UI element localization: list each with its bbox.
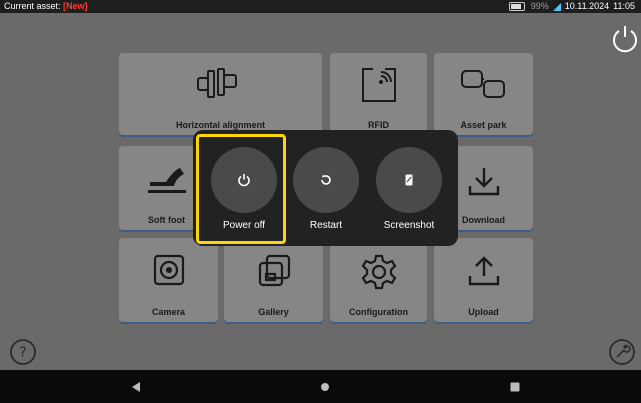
back-icon[interactable]	[128, 379, 144, 395]
upload-icon	[468, 256, 499, 286]
power-off-highlight	[196, 134, 286, 244]
help-icon[interactable]: ?	[9, 338, 37, 366]
status-indicators: 99% 10.11.2024 11:05	[508, 0, 635, 13]
home-icon[interactable]	[317, 379, 333, 395]
gear-icon	[361, 254, 396, 290]
tile-label: Gallery	[258, 307, 289, 317]
tile-configuration[interactable]: Configuration	[330, 238, 427, 322]
tile-label: Upload	[468, 307, 499, 317]
signal-icon	[552, 2, 561, 11]
rfid-icon	[361, 68, 396, 102]
screenshot-label: Screenshot	[383, 220, 435, 231]
screenshot-button[interactable]	[376, 147, 442, 213]
tile-label: Camera	[151, 307, 186, 317]
tile-gallery[interactable]: Gallery	[224, 238, 323, 322]
battery-level: 99%	[530, 1, 549, 11]
status-bar: Current asset: [New] 99% 10.11.2024 11:0…	[0, 0, 641, 13]
tile-camera[interactable]: Camera	[119, 238, 218, 322]
tile-label: Configuration	[349, 307, 408, 317]
horizontal-alignment-icon	[196, 68, 237, 98]
status-date: 10.11.2024	[564, 1, 610, 11]
recents-icon[interactable]	[507, 379, 523, 395]
power-icon[interactable]	[610, 23, 640, 53]
camera-icon	[153, 254, 184, 286]
screenshot-icon	[405, 174, 413, 186]
gallery-icon	[258, 254, 290, 287]
download-icon	[468, 168, 499, 196]
status-time: 11:05	[613, 1, 635, 11]
tile-label: Asset park	[460, 120, 507, 130]
tile-horizontal-alignment[interactable]: Horizontal alignment	[119, 53, 322, 135]
current-asset-value: [New]	[63, 1, 88, 11]
current-asset: Current asset: [New]	[4, 0, 88, 13]
soft-foot-icon	[147, 168, 186, 193]
svg-text:?: ?	[19, 345, 26, 361]
restart-button[interactable]	[293, 147, 359, 213]
wrench-icon[interactable]	[608, 338, 636, 366]
asset-park-icon	[460, 70, 505, 98]
battery-icon	[508, 2, 525, 11]
navigation-bar	[0, 370, 641, 403]
tile-rfid[interactable]: RFID	[330, 53, 427, 135]
tile-upload[interactable]: Upload	[434, 238, 533, 322]
current-asset-label: Current asset:	[4, 1, 61, 11]
tile-label: RFID	[368, 120, 389, 130]
restart-icon	[321, 174, 331, 185]
tile-label: Horizontal alignment	[175, 120, 265, 130]
restart-label: Restart	[309, 220, 343, 231]
tile-asset-park[interactable]: Asset park	[434, 53, 533, 135]
